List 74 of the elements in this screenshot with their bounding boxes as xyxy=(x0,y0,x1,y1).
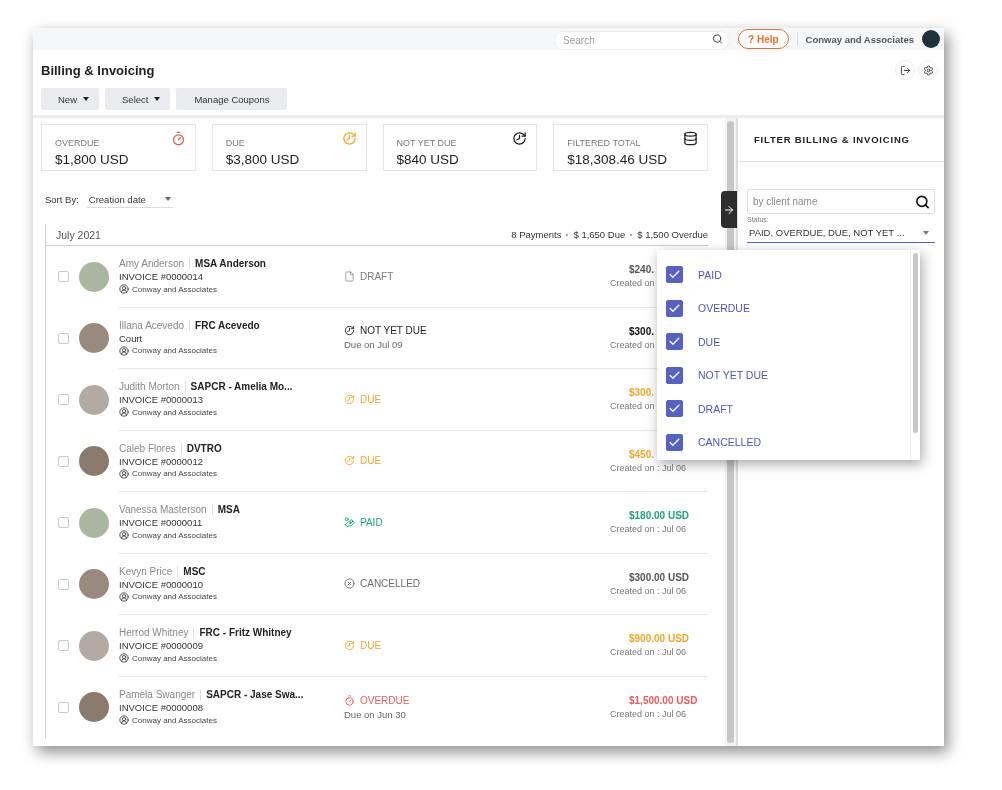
group-stat: $ 1,650 Due xyxy=(573,229,626,240)
status-label: OVERDUE xyxy=(360,694,410,706)
card-amount: $3,800 USD xyxy=(225,152,301,167)
matter-name: FRC - Fritz Whitney xyxy=(193,627,292,639)
client-name: Vanessa Masterson xyxy=(119,504,207,516)
invoice-reference: INVOICE #0000012 xyxy=(119,455,204,467)
client-name: Caleb Flores xyxy=(119,442,176,454)
invoice-amount: $1,500.00 USD xyxy=(629,695,698,707)
client-name: Kevyn Price xyxy=(119,565,173,577)
created-date: Created on : Jul 06 xyxy=(610,647,687,658)
sort-label: Sort By: xyxy=(45,194,79,205)
matter-name: SAPCR - Jase Swa... xyxy=(200,689,304,701)
status-label: CANCELLED xyxy=(360,578,421,590)
panel-title: FILTER BILLING & INVOICING xyxy=(754,134,910,145)
client-name: Pamela Swanger xyxy=(119,689,196,701)
card-amount: $840 USD xyxy=(396,152,460,167)
card-label: OVERDUE xyxy=(55,138,100,148)
matter-name: MSA Anderson xyxy=(189,258,266,270)
due-date: Due on Jul 09 xyxy=(344,339,404,351)
status-label: PAID xyxy=(360,516,383,528)
firm-name: Conway and Associates xyxy=(132,530,217,540)
firm-name: Conway and Associates xyxy=(132,407,217,417)
invoice-amount: $450. xyxy=(629,448,655,460)
group-title: July 2021 xyxy=(56,228,101,241)
created-date: Created on : Jul 06 xyxy=(610,709,687,720)
client-name: Illana Acevedo xyxy=(119,319,185,331)
firm-name: Conway and Associates xyxy=(132,284,217,294)
card-label: DUE xyxy=(225,138,245,148)
group-stat: $ 1,500 Overdue xyxy=(637,229,708,240)
invoice-amount: $240. xyxy=(629,264,655,276)
invoice-amount: $300. xyxy=(629,387,655,399)
invoice-reference: INVOICE #0000013 xyxy=(119,394,204,406)
firm-name: Conway and Associates xyxy=(132,592,217,602)
invoice-reference: INVOICE #0000014 xyxy=(119,271,204,283)
created-date: Created on xyxy=(610,339,655,350)
matter-name: MSC xyxy=(177,565,206,577)
created-date: Created on : Jul 06 xyxy=(610,462,687,473)
firm-name: Conway and Associates xyxy=(132,346,217,356)
status-label: DUE xyxy=(360,455,382,467)
invoice-amount: $300. xyxy=(629,325,655,337)
firm-name: Conway and Associates xyxy=(132,715,217,725)
status-label: DUE xyxy=(360,393,382,405)
matter-name: FRC Acevedo xyxy=(189,319,260,331)
invoice-amount: $300.00 USD xyxy=(629,571,690,583)
group-stat: 8 Payments xyxy=(511,229,562,240)
card-label: NOT YET DUE xyxy=(396,138,457,148)
invoice-reference: INVOICE #0000008 xyxy=(119,702,204,714)
card-amount: $1,800 USD xyxy=(55,152,130,167)
card-amount: $18,308.46 USD xyxy=(567,152,669,167)
matter-name: MSA xyxy=(211,504,240,516)
invoice-amount: $900.00 USD xyxy=(629,633,690,645)
page-title: Billing & Invoicing xyxy=(41,62,155,78)
client-name: Herrod Whitney xyxy=(119,627,189,639)
invoice-amount: $180.00 USD xyxy=(629,510,690,522)
created-date: Created on : Jul 06 xyxy=(610,524,687,535)
created-date: Created on xyxy=(610,401,655,412)
invoice-reference: INVOICE #0000009 xyxy=(119,640,204,652)
status-label: NOT YET DUE xyxy=(360,325,427,337)
status-label: DUE xyxy=(360,639,382,651)
matter-name: SAPCR - Amelia Mo... xyxy=(184,381,293,393)
account-name: Conway and Associates xyxy=(805,33,914,45)
invoice-reference: INVOICE #0000010 xyxy=(119,578,204,590)
firm-name: Conway and Associates xyxy=(132,653,217,663)
invoice-reference: Court xyxy=(119,332,144,344)
created-date: Created on : Jul 06 xyxy=(610,585,687,596)
due-date: Due on Jun 30 xyxy=(344,708,407,720)
client-name: Judith Morton xyxy=(119,381,180,393)
status-label: DRAFT xyxy=(360,270,394,282)
card-label: FILTERED TOTAL xyxy=(567,138,641,148)
matter-name: DVTRO xyxy=(180,442,222,454)
firm-name: Conway and Associates xyxy=(132,469,217,479)
client-name: Amy Anderson xyxy=(119,258,185,270)
created-date: Created on xyxy=(610,278,655,289)
invoice-reference: INVOICE #0000011 xyxy=(119,517,204,529)
